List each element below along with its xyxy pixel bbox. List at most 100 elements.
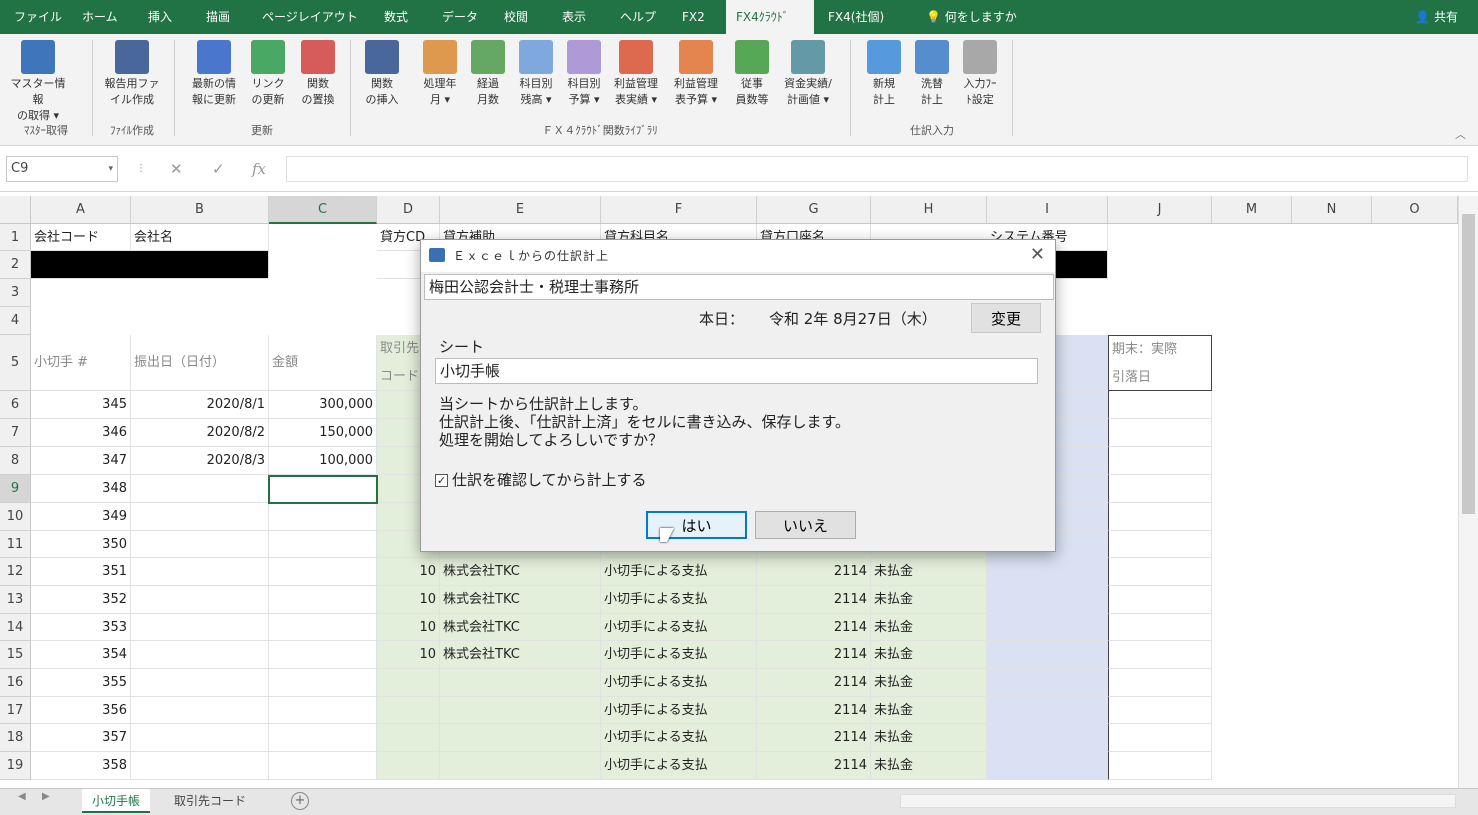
tab-page-layout[interactable]: ページレイアウト bbox=[252, 0, 368, 34]
cell-amount[interactable] bbox=[269, 641, 377, 669]
cell-check-no[interactable]: 355 bbox=[31, 669, 131, 697]
tab-draw[interactable]: 描画 bbox=[196, 0, 240, 34]
cell-partner-name[interactable] bbox=[440, 669, 601, 697]
column-header[interactable]: I bbox=[987, 196, 1108, 224]
cell-account-code[interactable]: 2114 bbox=[757, 697, 871, 724]
cell-account-code[interactable]: 2114 bbox=[757, 724, 871, 752]
column-header[interactable]: C bbox=[269, 196, 377, 224]
cell-withdraw-date[interactable] bbox=[1108, 558, 1212, 586]
row-header[interactable]: 12 bbox=[0, 558, 31, 586]
cell-amount[interactable] bbox=[269, 503, 377, 531]
collapse-ribbon-icon[interactable]: ︿ bbox=[1455, 126, 1466, 142]
cell-system-no[interactable] bbox=[987, 724, 1108, 752]
cell-description[interactable]: 小切手による支払 bbox=[601, 641, 757, 669]
cell-amount[interactable] bbox=[269, 586, 377, 614]
row-header[interactable]: 10 bbox=[0, 503, 31, 531]
cell-issue-date[interactable]: 2020/8/3 bbox=[131, 447, 269, 475]
cell-system-no[interactable] bbox=[987, 697, 1108, 724]
ribbon-btn-update-links[interactable]: リンク の更新 bbox=[240, 38, 296, 108]
row-header[interactable]: 17 bbox=[0, 697, 31, 724]
insert-function-icon[interactable]: fx bbox=[252, 156, 266, 182]
ribbon-btn-input-sheet[interactable]: 入力ﾌｰ ﾄ設定 bbox=[952, 38, 1008, 108]
dialog-titlebar[interactable]: Ｅｘｃｅｌからの仕訳計上 ✕ bbox=[421, 240, 1055, 272]
row-header[interactable]: 9 bbox=[0, 475, 31, 503]
row-header[interactable]: 2 bbox=[0, 251, 31, 279]
cell-description[interactable]: 小切手による支払 bbox=[601, 752, 757, 780]
cell-description[interactable]: 小切手による支払 bbox=[601, 697, 757, 724]
tab-fx2[interactable]: FX2 bbox=[672, 0, 715, 34]
cell-issue-date[interactable] bbox=[131, 752, 269, 780]
cell-partner-name[interactable]: 株式会社TKC bbox=[440, 586, 601, 614]
cell-issue-date[interactable]: 2020/8/1 bbox=[131, 391, 269, 419]
cell-issue-date[interactable] bbox=[131, 724, 269, 752]
row-header[interactable]: 15 bbox=[0, 641, 31, 669]
row-header[interactable]: 5 bbox=[0, 335, 31, 391]
cell-partner-code[interactable]: 10 bbox=[377, 641, 440, 669]
cell-issue-date[interactable]: 2020/8/2 bbox=[131, 419, 269, 447]
cell-issue-date[interactable] bbox=[131, 503, 269, 531]
next-sheet-icon[interactable]: ▶ bbox=[42, 791, 50, 802]
cell-description[interactable]: 小切手による支払 bbox=[601, 558, 757, 586]
cell-description[interactable]: 小切手による支払 bbox=[601, 669, 757, 697]
cell-check-no[interactable]: 348 bbox=[31, 475, 131, 503]
ribbon-btn-master-fetch[interactable]: マスター情報 の取得 ▾ bbox=[10, 38, 66, 124]
cell-account-code[interactable]: 2114 bbox=[757, 669, 871, 697]
cell-system-no[interactable] bbox=[987, 614, 1108, 641]
cell-system-no[interactable] bbox=[987, 752, 1108, 780]
sheet-tab-partner-codes[interactable]: 取引先コード bbox=[164, 789, 256, 813]
cell-partner-name[interactable] bbox=[440, 724, 601, 752]
row-header[interactable]: 8 bbox=[0, 447, 31, 475]
row-header[interactable]: 4 bbox=[0, 307, 31, 335]
cell-amount[interactable]: 100,000 bbox=[269, 447, 377, 475]
name-box[interactable]: C9 ▾ bbox=[6, 156, 118, 182]
vertical-scrollbar[interactable] bbox=[1458, 196, 1478, 788]
cell-amount[interactable] bbox=[269, 724, 377, 752]
cell-check-no[interactable]: 353 bbox=[31, 614, 131, 641]
cell-check-no[interactable]: 351 bbox=[31, 558, 131, 586]
row-header[interactable]: 7 bbox=[0, 419, 31, 447]
row-header[interactable]: 11 bbox=[0, 531, 31, 558]
cell-partner-name[interactable] bbox=[440, 697, 601, 724]
cell-issue-date[interactable] bbox=[131, 614, 269, 641]
cell-account-name[interactable]: 未払金 bbox=[871, 724, 987, 752]
cell-partner-code[interactable]: 10 bbox=[377, 586, 440, 614]
cell-account-name[interactable]: 未払金 bbox=[871, 586, 987, 614]
cell-issue-date[interactable] bbox=[131, 475, 269, 503]
row-header[interactable]: 18 bbox=[0, 724, 31, 752]
cell-b1[interactable]: 会社名 bbox=[131, 224, 269, 251]
cell-account-code[interactable]: 2114 bbox=[757, 752, 871, 780]
cell-withdraw-date[interactable] bbox=[1108, 503, 1212, 531]
cell-account-code[interactable]: 2114 bbox=[757, 614, 871, 641]
tab-formulas[interactable]: 数式 bbox=[374, 0, 418, 34]
cell-issue-date[interactable] bbox=[131, 669, 269, 697]
change-date-button[interactable]: 変更 bbox=[971, 303, 1041, 333]
cell-amount[interactable] bbox=[269, 752, 377, 780]
column-header[interactable]: H bbox=[871, 196, 987, 224]
cell-partner-code[interactable] bbox=[377, 669, 440, 697]
cell-withdraw-date[interactable] bbox=[1108, 669, 1212, 697]
ribbon-btn-replace-func[interactable]: 関数 の置換 bbox=[290, 38, 346, 108]
cell-a5[interactable]: 小切手 # bbox=[31, 335, 131, 391]
tab-fx4-cloud[interactable]: FX4ｸﾗｳﾄﾞ bbox=[726, 0, 814, 34]
cell-check-no[interactable]: 356 bbox=[31, 697, 131, 724]
cell-system-no[interactable] bbox=[987, 669, 1108, 697]
row-header[interactable]: 3 bbox=[0, 279, 31, 307]
row-header[interactable]: 19 bbox=[0, 752, 31, 780]
cell-amount[interactable] bbox=[269, 669, 377, 697]
cell-account-name[interactable]: 未払金 bbox=[871, 697, 987, 724]
cell-description[interactable]: 小切手による支払 bbox=[601, 724, 757, 752]
column-header[interactable]: J bbox=[1108, 196, 1212, 224]
cell-partner-code[interactable]: 10 bbox=[377, 614, 440, 641]
cell-account-name[interactable]: 未払金 bbox=[871, 614, 987, 641]
column-header[interactable]: D bbox=[377, 196, 440, 224]
cell-system-no[interactable] bbox=[987, 641, 1108, 669]
tab-file[interactable]: ファイル bbox=[4, 0, 72, 34]
checkbox-checked-icon[interactable]: ✓ bbox=[435, 474, 448, 487]
cell-withdraw-date[interactable] bbox=[1108, 531, 1212, 558]
cell-issue-date[interactable] bbox=[131, 531, 269, 558]
cell-check-no[interactable]: 349 bbox=[31, 503, 131, 531]
cell-account-name[interactable]: 未払金 bbox=[871, 669, 987, 697]
cell-withdraw-date[interactable] bbox=[1108, 724, 1212, 752]
tab-view[interactable]: 表示 bbox=[552, 0, 596, 34]
cell-b5[interactable]: 振出日（日付） bbox=[131, 335, 269, 391]
